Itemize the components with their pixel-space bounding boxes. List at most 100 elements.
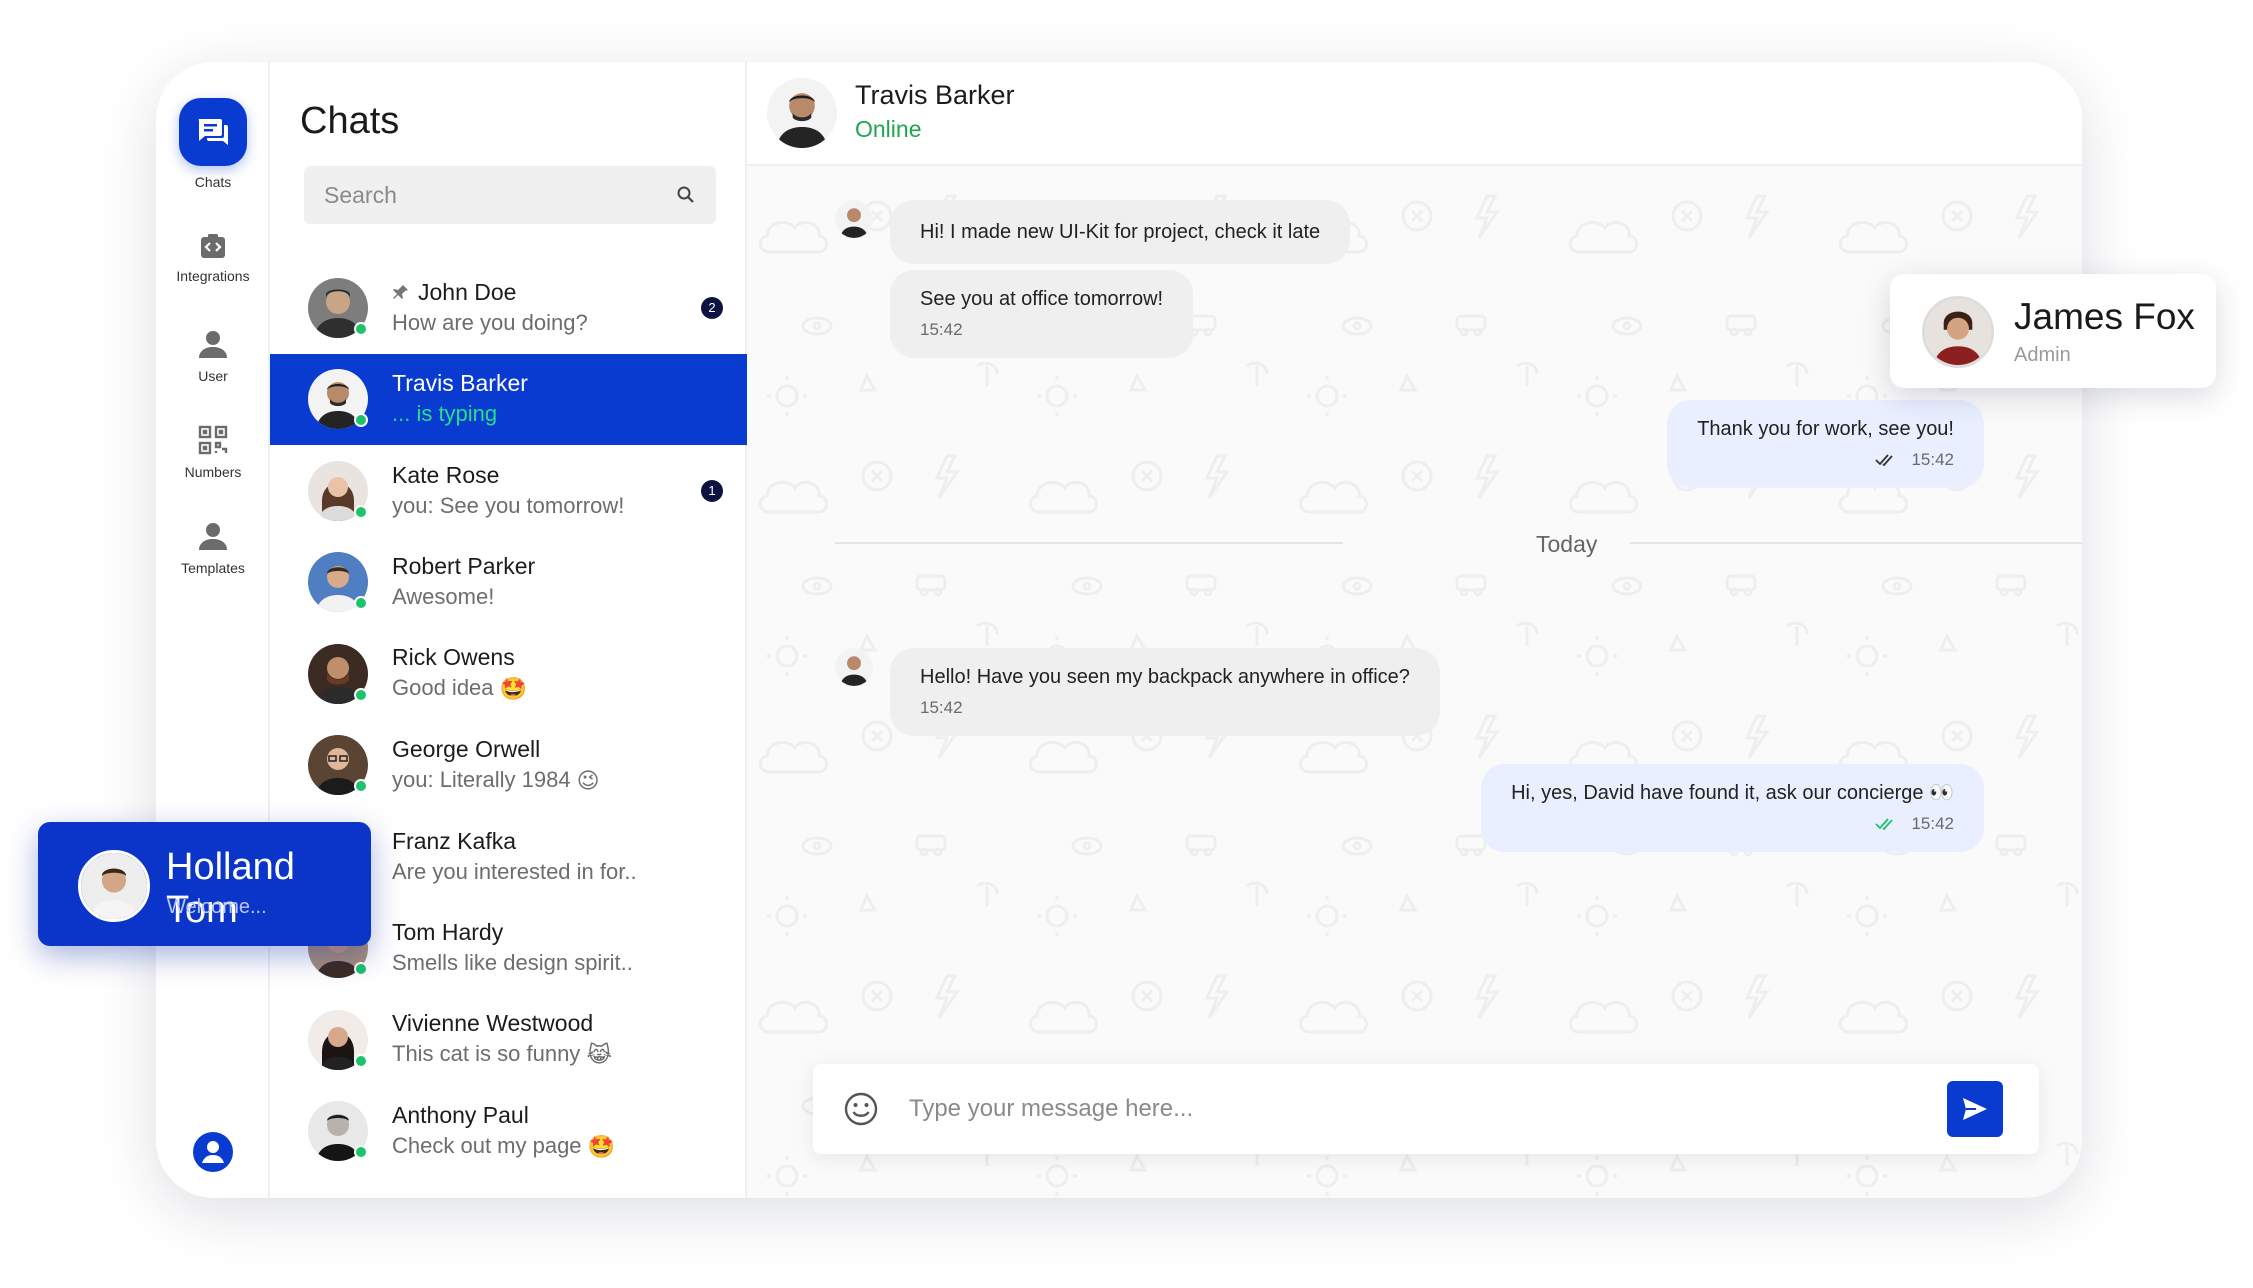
avatar	[308, 552, 368, 613]
chat-list: John Doe How are you doing? 2 Travis Bar…	[270, 262, 747, 1177]
page-title: Chats	[300, 100, 400, 142]
chat-item-robert-parker[interactable]: Robert Parker Awesome!	[270, 537, 747, 629]
message-time: 15:42	[920, 320, 963, 339]
send-button[interactable]	[1947, 1081, 2003, 1137]
profile-name: James Fox	[2014, 296, 2195, 337]
avatar[interactable]	[767, 78, 837, 148]
message-bubble-in[interactable]: Hi! I made new UI-Kit for project, check…	[890, 200, 1351, 264]
contact-status: Online	[855, 116, 922, 142]
chat-preview: How are you doing?	[392, 309, 588, 335]
nav-rail: Chats Integrations User Numbers Template…	[156, 62, 270, 1198]
chat-name: John Doe	[418, 278, 517, 305]
chat-name: Kate Rose	[392, 461, 500, 488]
online-indicator	[354, 1053, 368, 1068]
chat-name: Robert Parker	[392, 553, 536, 580]
pin-icon	[392, 283, 410, 301]
message-text: Hello! Have you seen my backpack anywher…	[920, 666, 1410, 688]
chat-name: Tom Hardy	[392, 919, 504, 946]
chat-name: Anthony Paul	[392, 1101, 529, 1128]
rail-item-integrations[interactable]: Integrations	[156, 232, 270, 284]
conversation-header: Travis Barker Online	[747, 62, 2082, 166]
chat-item-george-orwell[interactable]: George Orwell you: Literally 1984 😉	[270, 720, 747, 812]
qr-code-icon	[197, 424, 229, 456]
avatar	[308, 369, 368, 430]
online-indicator	[354, 413, 368, 428]
avatar	[308, 735, 368, 796]
message-bubble-out[interactable]: Hi, yes, David have found it, ask our co…	[1481, 764, 1984, 852]
online-indicator	[354, 962, 368, 977]
message-text: Hi! I made new UI-Kit for project, check…	[920, 221, 1321, 243]
unread-badge: 1	[701, 479, 723, 502]
chat-item-john-doe[interactable]: John Doe How are you doing? 2	[270, 262, 747, 354]
account-circle-icon[interactable]	[193, 1132, 233, 1172]
rail-item-user[interactable]: User	[156, 328, 270, 384]
search-box[interactable]	[304, 166, 716, 224]
emoji-icon[interactable]	[843, 1091, 879, 1127]
chat-preview: Smells like design spirit..	[392, 950, 633, 976]
chat-name: Vivienne Westwood	[392, 1010, 594, 1037]
online-indicator	[354, 1145, 368, 1160]
sender-avatar	[835, 648, 873, 686]
user-icon	[197, 328, 229, 360]
double-check-icon	[1875, 454, 1897, 466]
rail-item-numbers[interactable]: Numbers	[156, 424, 270, 480]
profile-subtitle: Welcome...	[167, 896, 267, 918]
rail-label: User	[198, 368, 228, 384]
chat-name: Rick Owens	[392, 644, 515, 671]
chat-item-vivienne-westwood[interactable]: Vivienne Westwood This cat is so funny 😹	[270, 994, 747, 1086]
chat-item-travis-barker[interactable]: Travis Barker ... is typing	[270, 353, 747, 445]
chat-name: Franz Kafka	[392, 827, 516, 854]
emoji: 😉	[576, 767, 600, 793]
code-box-icon	[199, 232, 227, 260]
search-icon[interactable]	[676, 185, 696, 205]
chat-name: George Orwell	[392, 735, 541, 762]
message-text: Thank you for work, see you!	[1697, 418, 1954, 440]
message-input[interactable]	[909, 1095, 1947, 1123]
chat-preview: Check out my page	[392, 1132, 582, 1158]
chat-preview: you: Literally 1984	[392, 766, 571, 792]
send-icon	[1961, 1096, 1989, 1122]
message-text: Hi, yes, David have found it, ask our co…	[1511, 782, 1954, 804]
avatar	[308, 1009, 368, 1070]
profile-card-james[interactable]: James Fox Admin	[1890, 274, 2216, 388]
message-bubble-in[interactable]: See you at office tomorrow! 15:42	[890, 270, 1194, 358]
message-bubble-in[interactable]: Hello! Have you seen my backpack anywher…	[890, 648, 1440, 736]
divider-line	[835, 542, 1343, 544]
rail-item-templates[interactable]: Templates	[156, 520, 270, 576]
rail-item-chats[interactable]: Chats	[156, 98, 270, 190]
chat-item-kate-rose[interactable]: Kate Rose you: See you tomorrow! 1	[270, 445, 747, 537]
profile-role: Admin	[2014, 344, 2071, 366]
chat-item-anthony-paul[interactable]: Anthony Paul Check out my page 🤩	[270, 1086, 747, 1178]
unread-badge: 2	[701, 296, 723, 319]
emoji: 🤩	[499, 676, 527, 702]
search-input[interactable]	[324, 181, 676, 209]
profile-name: Holland Tom	[166, 846, 295, 931]
chat-preview: Good idea	[392, 675, 494, 701]
user-icon	[197, 520, 229, 552]
message-time: 15:42	[920, 698, 963, 717]
avatar	[308, 643, 368, 704]
contact-name: Travis Barker	[855, 80, 1015, 110]
online-indicator	[354, 321, 368, 336]
avatar	[308, 277, 368, 338]
chat-item-rick-owens[interactable]: Rick Owens Good idea 🤩	[270, 628, 747, 720]
day-divider-label: Today	[1536, 531, 1598, 557]
emoji: 😹	[586, 1042, 613, 1068]
divider-line	[1630, 542, 2082, 544]
avatar	[78, 850, 150, 922]
rail-label: Integrations	[176, 268, 250, 284]
message-time: 15:42	[1911, 450, 1954, 469]
profile-card-holland[interactable]: Holland Tom Welcome...	[38, 822, 371, 946]
typing-indicator: ... is typing	[392, 401, 498, 427]
chats-panel: Chats John Doe How are you doing? 2	[270, 62, 747, 1198]
chat-app-window: Chats Integrations User Numbers Template…	[156, 62, 2082, 1198]
chat-preview: you: See you tomorrow!	[392, 492, 625, 518]
online-indicator	[354, 687, 368, 702]
rail-label: Templates	[181, 560, 245, 576]
chat-bubbles-icon	[179, 98, 247, 166]
message-bubble-out[interactable]: Thank you for work, see you! 15:42	[1667, 400, 1984, 488]
online-indicator	[354, 779, 368, 794]
chat-preview: Awesome!	[392, 584, 495, 610]
avatar	[308, 1101, 368, 1162]
conversation-panel: Travis Barker Online Hi! I made new UI-K…	[747, 62, 2082, 1198]
